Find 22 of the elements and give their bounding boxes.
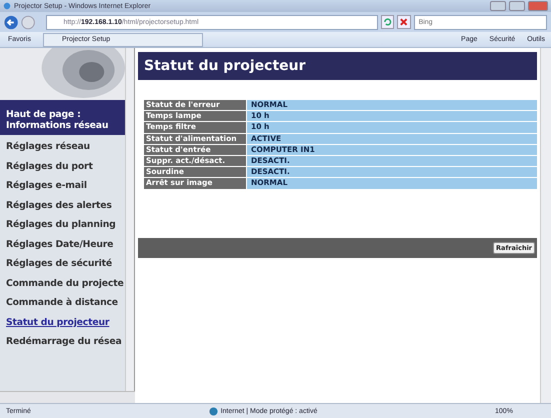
sidebar-link[interactable]: Réglages des alertes [0,196,125,215]
sidebar-link[interactable]: Haut de page : Informations réseau [0,105,125,135]
horizontal-scrollbar[interactable] [0,391,135,403]
sidebar-link[interactable]: Commande du projecte [0,274,125,293]
sidebar-link[interactable]: Statut du projecteur [0,312,125,332]
refresh-icon[interactable] [380,15,394,29]
sidebar-link[interactable]: Réglages de sécurité [0,254,125,274]
close-button[interactable] [528,1,548,11]
stop-icon[interactable] [397,15,411,29]
back-icon[interactable] [4,14,18,30]
sidebar-link[interactable]: Réglages réseau [0,137,125,156]
scrollbar[interactable] [125,48,134,391]
sidebar-link[interactable]: Réglages du planning [0,215,125,234]
sidebar-link[interactable]: Commande à distance [0,293,125,312]
sidebar-link[interactable]: Réglages e-mail [0,176,125,196]
sidebar-link[interactable]: Redémarrage du résea [0,332,125,352]
scrollbar[interactable] [540,48,551,403]
minimize-button[interactable] [490,1,506,11]
sidebar-link[interactable]: Réglages du port [0,156,125,176]
page-title: Statut du projecteur [138,52,537,80]
maximize-button[interactable] [509,1,525,11]
sidebar-link[interactable]: Réglages Date/Heure [0,234,125,254]
